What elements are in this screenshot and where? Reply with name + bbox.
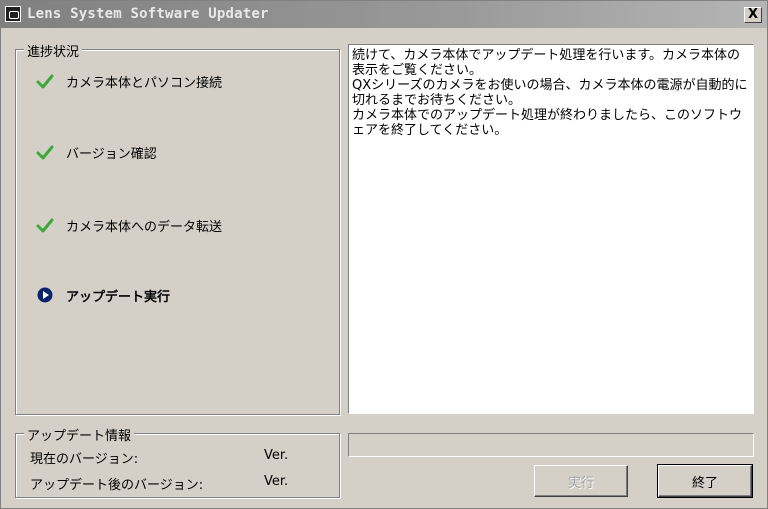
step-update-execute: アップデート実行 <box>36 285 170 305</box>
step-connect: カメラ本体とパソコン接続 <box>36 71 222 91</box>
current-version-value: Ver. <box>264 448 289 463</box>
check-icon <box>36 74 54 89</box>
exit-button[interactable]: 終了 <box>657 464 753 498</box>
close-button[interactable]: X <box>744 7 762 23</box>
update-info-title: アップデート情報 <box>24 425 135 444</box>
progress-status-title: 進捗状況 <box>24 41 83 60</box>
progress-status-group: 進捗状況 カメラ本体とパソコン接続 バージョン確認 カメラ本体へのデータ転送 ア… <box>15 41 340 415</box>
title-bar[interactable]: Lens System Software Updater X <box>1 1 767 28</box>
step-label: カメラ本体へのデータ転送 <box>66 219 223 235</box>
progress-bar <box>348 433 754 457</box>
updater-window: Lens System Software Updater X 進捗状況 カメラ本… <box>0 0 768 509</box>
update-info-group: アップデート情報 現在のバージョン: Ver. アップデート後のバージョン: V… <box>15 425 340 498</box>
step-label: カメラ本体とパソコン接続 <box>66 75 223 91</box>
app-icon <box>5 6 21 22</box>
message-line: カメラ本体でのアップデート処理が終わりましたら、このソフトウェアを終了してくださ… <box>352 108 743 138</box>
play-circle-icon <box>37 287 53 303</box>
message-line: QXシリーズのカメラをお使いの場合、カメラ本体の電源が自動的に切れるまでお待ちく… <box>352 78 748 108</box>
message-panel[interactable]: 続けて、カメラ本体でアップデート処理を行います。カメラ本体の表示をご覧ください。… <box>348 44 754 414</box>
after-version-label: アップデート後のバージョン: <box>30 478 204 493</box>
current-version-label: 現在のバージョン: <box>30 452 139 467</box>
step-data-transfer: カメラ本体へのデータ転送 <box>36 215 222 235</box>
message-line: 続けて、カメラ本体でアップデート処理を行います。カメラ本体の表示をご覧ください。 <box>352 48 741 78</box>
after-version-value: Ver. <box>264 474 289 489</box>
window-title: Lens System Software Updater <box>27 6 269 22</box>
check-icon <box>36 218 54 233</box>
check-icon <box>36 145 54 160</box>
step-label: アップデート実行 <box>66 289 171 305</box>
execute-button[interactable]: 実行 <box>534 465 628 497</box>
step-label: バージョン確認 <box>66 146 157 162</box>
step-version-check: バージョン確認 <box>36 142 157 162</box>
